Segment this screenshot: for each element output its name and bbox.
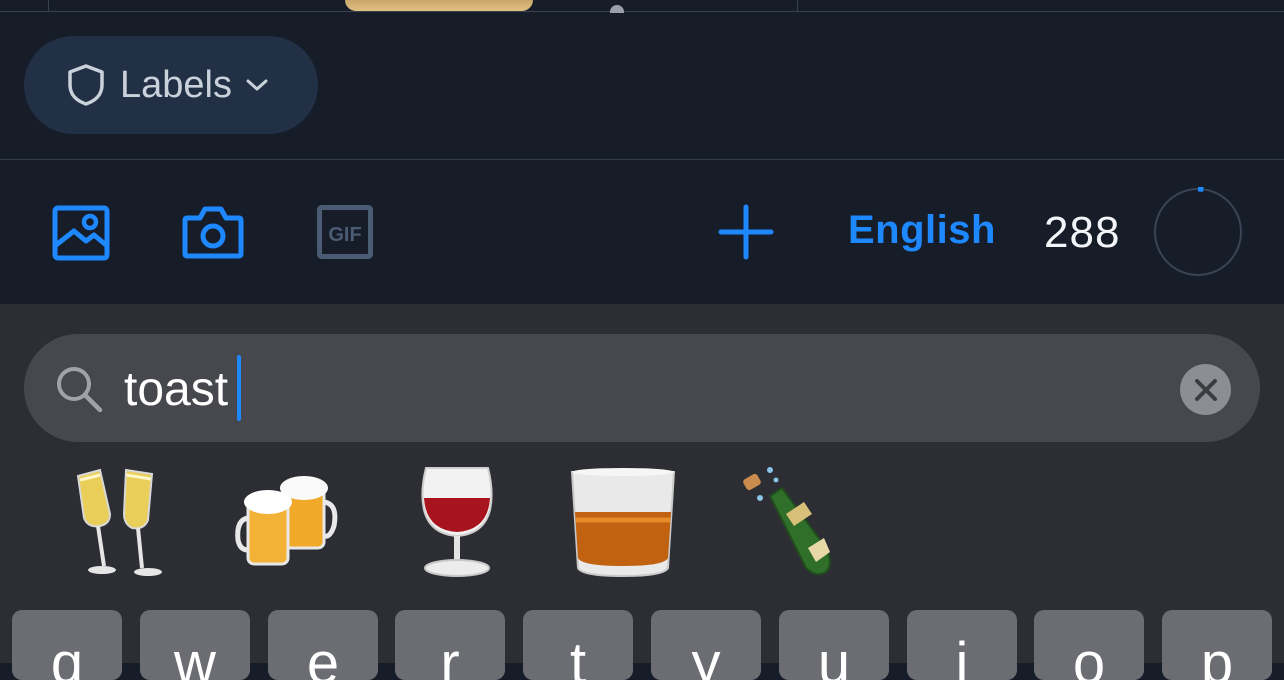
emoji-tumbler-glass[interactable] [564, 462, 682, 584]
key-e[interactable]: e [268, 610, 378, 680]
emoji-bottle-with-popping-cork[interactable] [730, 462, 848, 584]
language-selector[interactable]: English [848, 208, 996, 253]
labels-button-label: Labels [120, 64, 232, 107]
emoji-search-input[interactable]: toast [124, 362, 228, 417]
key-w[interactable]: w [140, 610, 250, 680]
key-q[interactable]: q [12, 610, 122, 680]
key-i[interactable]: i [907, 610, 1017, 680]
emoji-clinking-glasses[interactable] [58, 462, 176, 584]
gif-icon[interactable]: GIF [317, 205, 373, 259]
text-caret [237, 355, 241, 421]
media-indicator [610, 5, 624, 13]
camera-icon[interactable] [182, 204, 244, 260]
plus-icon[interactable] [717, 203, 775, 261]
clear-search-button[interactable] [1180, 364, 1231, 415]
strip-divider [48, 0, 49, 11]
image-icon[interactable] [52, 205, 110, 261]
chevron-down-icon [246, 78, 268, 92]
key-o[interactable]: o [1034, 610, 1144, 680]
gif-label: GIF [328, 224, 361, 246]
key-t[interactable]: t [523, 610, 633, 680]
strip-divider [797, 0, 798, 11]
character-progress-ring [1153, 187, 1243, 277]
key-u[interactable]: u [779, 610, 889, 680]
media-strip [0, 0, 1284, 12]
key-p[interactable]: p [1162, 610, 1272, 680]
key-r[interactable]: r [395, 610, 505, 680]
search-icon [54, 364, 104, 414]
clear-icon [1193, 377, 1219, 403]
media-thumbnail[interactable] [345, 0, 533, 11]
key-y[interactable]: y [651, 610, 761, 680]
emoji-clinking-beer-mugs[interactable] [232, 462, 350, 584]
character-count: 288 [1044, 208, 1120, 258]
emoji-wine-glass[interactable] [398, 462, 516, 584]
shield-icon [66, 63, 106, 107]
labels-button[interactable]: Labels [24, 36, 318, 134]
